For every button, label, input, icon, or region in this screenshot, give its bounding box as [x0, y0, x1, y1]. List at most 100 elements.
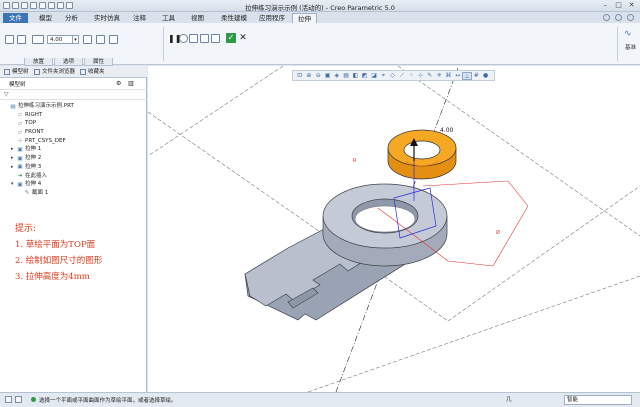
maximize-icon[interactable]: □: [613, 1, 624, 10]
hub-cylinder: [322, 183, 448, 267]
tree-filter[interactable]: ▽: [0, 90, 147, 100]
vertex-icon[interactable]: ●: [481, 72, 490, 80]
style-icon[interactable]: ◧: [351, 72, 360, 80]
view-toolbar: ⊡ ⊕ ⊖ ▣ ◈ ▤ ◧ ◩ ◪ ⌖ ◇ ⟋ ⁘ ⊹ ✎ ✳ ⌘ ↔ ⊥ # …: [292, 70, 495, 81]
sketch-display-icon[interactable]: ⌘: [444, 72, 453, 80]
no-preview-icon[interactable]: [179, 34, 188, 43]
datum-display-icon[interactable]: ⌖: [379, 72, 388, 80]
search-icon[interactable]: [627, 14, 634, 21]
tab-extrude[interactable]: 拉伸: [292, 13, 317, 23]
tab-favorites[interactable]: 收藏夹: [78, 68, 105, 77]
tab-folder-browser[interactable]: 文件夹浏览器: [32, 68, 75, 77]
show-browser-icon[interactable]: [15, 396, 22, 403]
depth-input[interactable]: 4.00: [47, 35, 73, 44]
tree-settings-icon[interactable]: ⚙: [116, 80, 121, 87]
tree-node-label: RIGHT: [25, 111, 43, 118]
expand-toggle-icon[interactable]: ▸: [11, 163, 14, 172]
tree-node-label: 拉伸 4: [25, 181, 42, 188]
show-navigator-icon[interactable]: [5, 396, 12, 403]
settings-icon[interactable]: [615, 14, 622, 21]
constraint-display-icon[interactable]: ⊥: [462, 72, 472, 80]
star-icon: [80, 69, 86, 75]
axes-icon[interactable]: ⟋: [397, 72, 406, 80]
glasses-icon[interactable]: [211, 34, 220, 43]
zoom-out-icon[interactable]: ⊖: [314, 72, 323, 80]
tree-node[interactable]: ▸ ▣ 拉伸 3: [0, 163, 147, 172]
title-bar: 拉伸练习演示示例 (活动的) - Creo Parametric 5.0 – □…: [0, 0, 640, 12]
tab-view[interactable]: 视图: [186, 13, 209, 23]
graphics-viewport[interactable]: 4.00 R Ø: [147, 65, 640, 393]
tab-annotate[interactable]: 注释: [128, 13, 151, 23]
tree-columns-icon[interactable]: ▥: [128, 80, 134, 87]
tree-node[interactable]: ▤ 拉伸练习演示示例.PRT: [0, 102, 147, 111]
tree-node[interactable]: ▱ TOP: [0, 119, 147, 128]
solid-icon[interactable]: [5, 35, 14, 44]
model-view[interactable]: 4.00 R Ø: [147, 65, 640, 393]
tree-node[interactable]: ➜ 在此插入: [0, 172, 147, 181]
chevron-down-icon[interactable]: ▾: [73, 35, 79, 44]
tree-node[interactable]: ▸ ▣ 拉伸 2: [0, 154, 147, 163]
tab-analysis[interactable]: 分析: [60, 13, 83, 23]
cancel-button[interactable]: ✕: [238, 33, 248, 43]
tree-node[interactable]: ⊹ PRT_CSYS_DEF: [0, 137, 147, 146]
hint-note: 提示: 1. 草绘平面为TOP面 2. 绘制如图尺寸的图形 3. 拉伸高度为4m…: [15, 221, 102, 285]
tree-node-label: PRT_CSYS_DEF: [25, 137, 66, 144]
depth-option-icon[interactable]: [32, 35, 44, 44]
file-menu[interactable]: 文件: [3, 13, 28, 23]
preview-icon[interactable]: [189, 34, 198, 43]
tree-node[interactable]: ▱ RIGHT: [0, 111, 147, 120]
tab-placement[interactable]: 放置: [24, 58, 54, 66]
tree-node[interactable]: ▾ ▣ 拉伸 4: [0, 180, 147, 189]
points-icon[interactable]: ⁘: [407, 72, 416, 80]
expand-toggle-icon[interactable]: ▸: [11, 154, 14, 163]
close-icon[interactable]: ✕: [626, 1, 637, 10]
pause-icon[interactable]: ❚❚: [168, 34, 181, 43]
tab-tools[interactable]: 工具: [157, 13, 180, 23]
annotations-icon[interactable]: ✎: [425, 72, 434, 80]
csys-icon: ⊹: [17, 138, 23, 145]
tab-model-tree[interactable]: 模型树: [2, 68, 29, 77]
tab-properties[interactable]: 属性: [84, 58, 114, 66]
part-icon: ▤: [10, 103, 16, 110]
tab-flexible-modeling[interactable]: 柔性建模: [216, 13, 252, 23]
section-icon[interactable]: ◪: [369, 72, 378, 80]
tab-options[interactable]: 选项: [54, 58, 84, 66]
orient-icon[interactable]: ◈: [332, 72, 341, 80]
spin-center-icon[interactable]: ✳: [434, 72, 443, 80]
datum-icon[interactable]: ∿: [624, 29, 634, 39]
thicken-icon[interactable]: [109, 35, 118, 44]
expand-toggle-icon[interactable]: ▸: [11, 145, 14, 154]
selection-buffer[interactable]: 几: [506, 396, 524, 404]
dimension-display-icon[interactable]: ↔: [453, 72, 462, 80]
perspective-icon[interactable]: ◩: [360, 72, 369, 80]
tree-node[interactable]: ▸ ▣ 拉伸 1: [0, 145, 147, 154]
planes-icon[interactable]: ◇: [388, 72, 397, 80]
status-message: 选择一个平面或平面曲面作为草绘平面，或者选择草绘。: [39, 398, 177, 404]
selection-filter[interactable]: 智能: [564, 395, 632, 405]
tree-node[interactable]: ✎ 截面 1: [0, 189, 147, 198]
extrude-icon: ▣: [17, 164, 23, 171]
csys-display-icon[interactable]: ⊹: [416, 72, 425, 80]
tab-model-tree-label: 模型树: [12, 69, 29, 75]
surface-icon[interactable]: [17, 35, 26, 44]
tab-applications[interactable]: 应用程序: [254, 13, 290, 23]
tab-live-simulation[interactable]: 实时仿真: [89, 13, 125, 23]
refit-icon[interactable]: ⊡: [295, 72, 304, 80]
tree-node[interactable]: ▱ FRONT: [0, 128, 147, 137]
ribbon-subtabs: 放置 选项 属性: [0, 58, 640, 66]
grid-icon[interactable]: #: [472, 72, 481, 80]
remove-material-icon[interactable]: [96, 35, 105, 44]
help-icon[interactable]: [603, 14, 610, 21]
tab-favorites-label: 收藏夹: [88, 69, 105, 75]
ok-button[interactable]: ✓: [226, 33, 236, 43]
views-icon[interactable]: ▤: [341, 72, 350, 80]
extrude-icon: ▣: [17, 181, 23, 188]
tab-model[interactable]: 模型: [34, 13, 57, 23]
repaint-icon[interactable]: ▣: [323, 72, 332, 80]
expand-toggle-icon[interactable]: ▾: [11, 180, 14, 189]
window-controls: – □ ✕: [600, 1, 637, 10]
flip-direction-icon[interactable]: [83, 35, 92, 44]
minimize-icon[interactable]: –: [600, 1, 611, 10]
verify-icon[interactable]: [200, 34, 209, 43]
zoom-in-icon[interactable]: ⊕: [304, 72, 313, 80]
